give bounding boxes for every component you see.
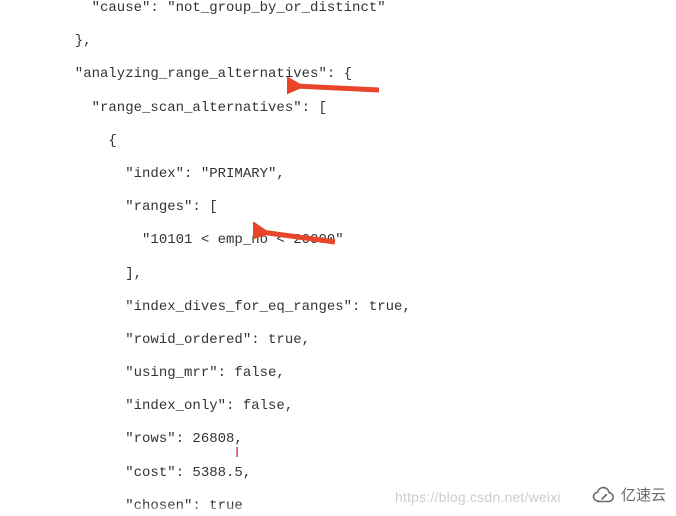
code-line: "using_mrr": false, [58, 365, 676, 382]
code-line: "10101 < emp_no < 20000" [58, 232, 676, 249]
code-line: "analyzing_range_alternatives": { [58, 66, 676, 83]
code-line: "index_only": false, [58, 398, 676, 415]
code-line: "cost": 5388.5, [58, 465, 676, 482]
code-line: ], [58, 266, 676, 283]
code-line: }, [58, 33, 676, 50]
watermark-brand: 亿速云 [591, 486, 666, 506]
code-line: "index": "PRIMARY", [58, 166, 676, 183]
watermark-url: https://blog.csdn.net/weixi [395, 489, 561, 506]
code-line: "range_scan_alternatives": [ [58, 100, 676, 117]
code-line: "rows": 26808, [58, 431, 676, 448]
code-line: "index_dives_for_eq_ranges": true, [58, 299, 676, 316]
code-line: "ranges": [ [58, 199, 676, 216]
text-cursor-icon: I [235, 445, 239, 462]
code-line: { [58, 133, 676, 150]
watermark-brand-text: 亿速云 [621, 488, 666, 505]
code-line: "chosen": true [58, 498, 676, 515]
json-code-block: "cause": "not_group_by_or_distinct" }, "… [0, 0, 676, 516]
code-line: "cause": "not_group_by_or_distinct" [58, 0, 676, 17]
cloud-icon [591, 486, 617, 506]
code-line: "rowid_ordered": true, [58, 332, 676, 349]
